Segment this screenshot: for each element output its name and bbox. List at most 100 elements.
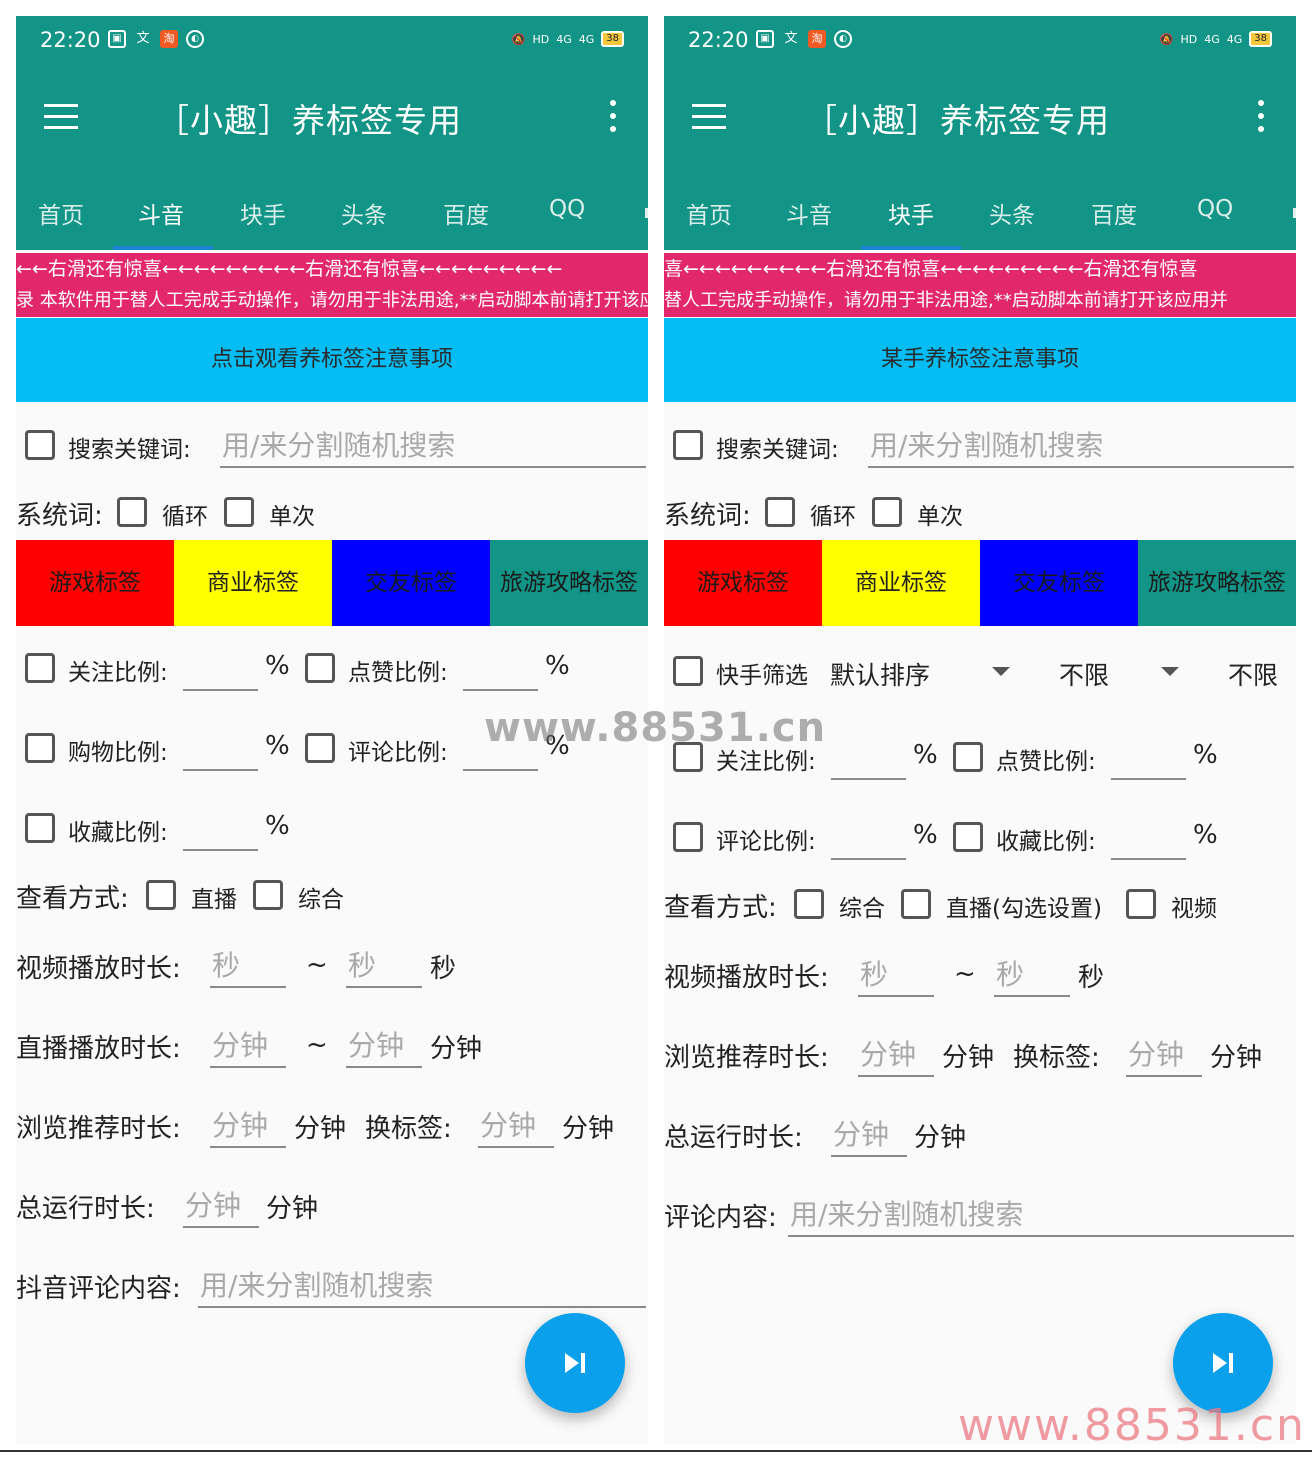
mixed-checkbox[interactable] — [794, 889, 824, 919]
once-checkbox[interactable] — [872, 497, 902, 527]
video-max-seconds-placeholder: 秒 — [348, 949, 377, 982]
like-ratio-label: 点赞比例: — [996, 749, 1096, 775]
comment-ratio-checkbox[interactable] — [673, 822, 703, 852]
once-label: 单次 — [269, 504, 315, 530]
tab-baidu[interactable]: 百度 — [1091, 196, 1137, 230]
hd-icon: HD — [532, 32, 550, 46]
chevron-down-icon[interactable] — [1161, 667, 1179, 676]
tag-travel-button[interactable]: 旅游攻略标签 — [490, 540, 648, 626]
tag-social-button[interactable]: 交友标签 — [332, 540, 490, 626]
like-ratio-checkbox[interactable] — [305, 653, 335, 683]
play-skip-icon — [565, 1353, 585, 1373]
switch-tag-label: 换标签: — [365, 1114, 452, 1144]
like-ratio-label: 点赞比例: — [348, 660, 448, 686]
loop-checkbox[interactable] — [117, 497, 147, 527]
total-duration-label: 总运行时长: — [664, 1123, 803, 1153]
mixed-checkbox[interactable] — [253, 880, 283, 910]
tab-kuaishou[interactable]: 块手 — [888, 196, 934, 230]
view-mode-label: 查看方式: — [16, 884, 129, 914]
fav-ratio-input[interactable] — [183, 803, 258, 851]
limit-select-1[interactable]: 不限 — [1059, 656, 1109, 692]
tab-bar: 首页 斗音 块手 头条 百度 QQ — [664, 174, 1296, 250]
tab-bar: 首页 斗音 块手 头条 百度 QQ — [16, 174, 648, 250]
fav-ratio-checkbox[interactable] — [953, 822, 983, 852]
follow-ratio-input[interactable] — [831, 732, 906, 780]
tag-business-button[interactable]: 商业标签 — [174, 540, 332, 626]
tag-business-button[interactable]: 商业标签 — [822, 540, 980, 626]
more-options-icon[interactable] — [609, 100, 617, 134]
watermark: www.88531.cn — [958, 1400, 1306, 1451]
fav-ratio-checkbox[interactable] — [25, 813, 55, 843]
start-script-button[interactable] — [525, 1313, 625, 1413]
follow-ratio-checkbox[interactable] — [25, 653, 55, 683]
tab-home[interactable]: 首页 — [686, 196, 732, 230]
shop-ratio-checkbox[interactable] — [25, 733, 55, 763]
notice-button[interactable]: 某手养标签注意事项 — [664, 318, 1296, 402]
tag-category-row: 游戏标签 商业标签 交友标签 旅游攻略标签 — [664, 540, 1296, 626]
menu-icon[interactable] — [692, 104, 726, 130]
tab-kuaishou[interactable]: 块手 — [240, 196, 286, 230]
search-keyword-label: 搜索关键词: — [68, 437, 191, 463]
tab-douyin[interactable]: 斗音 — [138, 196, 184, 230]
tab-qq[interactable]: QQ — [549, 196, 585, 222]
comment-content-label: 抖音评论内容: — [16, 1274, 181, 1304]
search-keyword-checkbox[interactable] — [25, 430, 55, 460]
status-bar: 22:20 ▣ 文 淘 ◐ 🔕 HD 4G 4G 38 — [16, 16, 648, 70]
sort-select[interactable]: 默认排序 — [830, 656, 930, 692]
browse-duration-label: 浏览推荐时长: — [664, 1043, 829, 1073]
kuaishou-filter-label: 快手筛选 — [716, 663, 808, 689]
live-setting-checkbox[interactable] — [901, 889, 931, 919]
system-word-label: 系统词: — [664, 501, 751, 531]
follow-ratio-input[interactable] — [183, 643, 258, 691]
live-checkbox[interactable] — [146, 880, 176, 910]
loop-checkbox[interactable] — [765, 497, 795, 527]
tag-travel-button[interactable]: 旅游攻略标签 — [1138, 540, 1296, 626]
hd-icon: HD — [1180, 32, 1198, 46]
signal-4g-icon: 4G — [1226, 32, 1243, 46]
tab-toutiao[interactable]: 头条 — [341, 196, 387, 230]
percent-label: % — [1193, 740, 1218, 770]
like-ratio-input[interactable] — [1111, 732, 1186, 780]
switch-tag-minutes-placeholder: 分钟 — [480, 1109, 537, 1142]
once-checkbox[interactable] — [224, 497, 254, 527]
minutes-unit: 分钟 — [1210, 1043, 1263, 1073]
shop-ratio-input[interactable] — [183, 723, 258, 771]
like-ratio-checkbox[interactable] — [953, 742, 983, 772]
fav-ratio-label: 收藏比例: — [68, 820, 168, 846]
comment-ratio-checkbox[interactable] — [305, 733, 335, 763]
more-options-icon[interactable] — [1257, 100, 1265, 134]
app-title: ［小趣］养标签专用 — [156, 101, 462, 140]
vpn-icon: ◐ — [834, 30, 852, 48]
loop-label: 循环 — [162, 504, 208, 530]
tag-social-button[interactable]: 交友标签 — [980, 540, 1138, 626]
total-minutes-placeholder: 分钟 — [833, 1118, 890, 1151]
percent-label: % — [265, 651, 290, 681]
browse-duration-label: 浏览推荐时长: — [16, 1114, 181, 1144]
search-keyword-checkbox[interactable] — [673, 430, 703, 460]
range-separator: ~ — [306, 950, 328, 980]
comment-ratio-input[interactable] — [831, 812, 906, 860]
kuaishou-filter-checkbox[interactable] — [673, 656, 703, 686]
battery-icon: 38 — [1249, 31, 1272, 47]
fav-ratio-label: 收藏比例: — [996, 829, 1096, 855]
notice-button[interactable]: 点击观看养标签注意事项 — [16, 318, 648, 402]
search-keyword-placeholder: 用/来分割随机搜索 — [870, 429, 1104, 462]
limit-select-2[interactable]: 不限 — [1228, 656, 1278, 692]
tag-game-button[interactable]: 游戏标签 — [664, 540, 822, 626]
video-checkbox[interactable] — [1126, 889, 1156, 919]
taobao-icon: 淘 — [808, 30, 826, 48]
tab-qq[interactable]: QQ — [1197, 196, 1233, 222]
tab-baidu[interactable]: 百度 — [443, 196, 489, 230]
menu-icon[interactable] — [44, 104, 78, 130]
system-word-label: 系统词: — [16, 501, 103, 531]
chevron-down-icon[interactable] — [992, 667, 1010, 676]
tab-douyin[interactable]: 斗音 — [786, 196, 832, 230]
like-ratio-input[interactable] — [463, 643, 538, 691]
tab-home[interactable]: 首页 — [38, 196, 84, 230]
fav-ratio-input[interactable] — [1111, 812, 1186, 860]
app-toolbar: ［小趣］养标签专用 — [16, 70, 648, 174]
start-script-button[interactable] — [1173, 1313, 1273, 1413]
live-setting-label: 直播(勾选设置) — [946, 896, 1102, 922]
tab-toutiao[interactable]: 头条 — [989, 196, 1035, 230]
tag-game-button[interactable]: 游戏标签 — [16, 540, 174, 626]
